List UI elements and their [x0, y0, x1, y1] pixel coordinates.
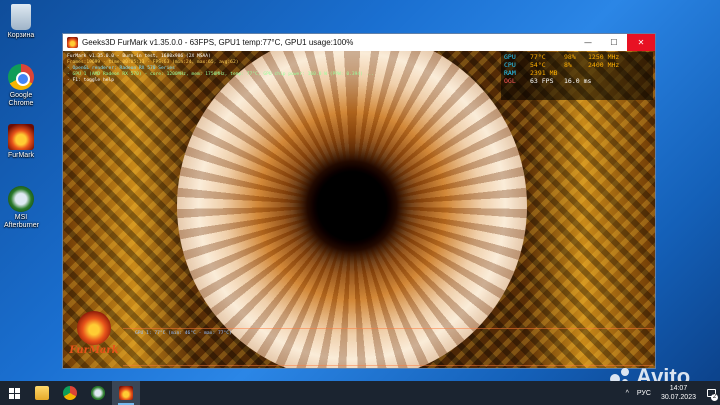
osd-value: 77°C — [530, 53, 546, 61]
clock[interactable]: 14:07 30.07.2023 — [655, 384, 702, 402]
osd-value: 54°C — [530, 61, 546, 69]
furmark-icon — [67, 37, 78, 48]
msi-afterburner-icon — [91, 386, 105, 400]
desktop-icon-recycle-bin[interactable]: Корзина — [4, 4, 38, 40]
osd-value: 1250 MHz — [588, 53, 620, 61]
folder-icon — [35, 386, 49, 400]
fur-texture — [177, 51, 527, 368]
taskbar: ^ РУС 14:07 30.07.2023 2 — [0, 381, 720, 405]
start-button[interactable] — [0, 381, 28, 405]
chrome-icon — [8, 64, 34, 90]
notification-count: 2 — [711, 394, 718, 401]
osd-label: RAM — [504, 69, 516, 77]
furmark-logo: FurMark — [65, 311, 123, 367]
clock-time: 14:07 — [669, 385, 688, 392]
desktop-icon-furmark[interactable]: FurMark — [4, 124, 38, 160]
afterburner-osd: GPU 77°C 98% 1250 MHz CPU 54°C 8% 2400 M… — [501, 52, 653, 100]
notification-center-button[interactable]: 2 — [702, 381, 720, 405]
osd-value: 16.0 ms — [564, 77, 592, 85]
msi-afterburner-icon — [8, 186, 34, 212]
close-button[interactable]: ✕ — [627, 34, 655, 51]
recycle-bin-icon — [11, 4, 31, 30]
osd-row-ogl: OGL 63 FPS 16.0 ms — [504, 77, 650, 85]
osd-value: 63 FPS — [530, 77, 554, 85]
window-title: Geeks3D FurMark v1.35.0.0 - 63FPS, GPU1 … — [82, 38, 354, 47]
system-tray: ^ РУС 14:07 30.07.2023 2 — [622, 381, 720, 405]
window-titlebar[interactable]: Geeks3D FurMark v1.35.0.0 - 63FPS, GPU1 … — [63, 34, 655, 51]
desktop-icon-label: Корзина — [7, 32, 35, 39]
benchmark-hud: FurMark v1.35.0.0 - Burn-in test, 1680x9… — [67, 54, 374, 84]
chrome-icon — [63, 386, 77, 400]
windows-logo-icon — [8, 387, 20, 399]
osd-value: 2391 MB — [530, 69, 558, 77]
temperature-graph: GPU 1: 77°C (min: 46°C - max: 77°C) — [123, 328, 653, 366]
taskbar-app-chrome[interactable] — [56, 381, 84, 405]
furmark-flame-icon — [77, 311, 111, 345]
osd-row-cpu: CPU 54°C 8% 2400 MHz — [504, 61, 650, 69]
language-indicator[interactable]: РУС — [633, 390, 655, 397]
osd-value: 2400 MHz — [588, 61, 620, 69]
osd-value: 98% — [564, 53, 576, 61]
graph-legend: GPU 1: 77°C (min: 46°C - max: 77°C) — [135, 331, 232, 336]
osd-label: GPU — [504, 53, 516, 61]
osd-row-gpu: GPU 77°C 98% 1250 MHz — [504, 53, 650, 61]
furmark-icon — [8, 124, 34, 150]
taskbar-app-msi-afterburner[interactable] — [84, 381, 112, 405]
tray-overflow-chevron[interactable]: ^ — [622, 390, 633, 397]
minimize-button[interactable]: — — [575, 34, 601, 51]
furmark-window[interactable]: Geeks3D FurMark v1.35.0.0 - 63FPS, GPU1 … — [62, 33, 656, 369]
hud-line: - F1: toggle help — [67, 78, 115, 83]
desktop-icon-chrome[interactable]: Google Chrome — [4, 64, 38, 108]
osd-row-ram: RAM 2391 MB — [504, 69, 650, 77]
desktop-icon-label: Google Chrome — [8, 92, 34, 107]
osd-value: 8% — [564, 61, 572, 69]
desktop-icon-label: MSI Afterburner — [4, 214, 40, 229]
maximize-button[interactable]: ☐ — [601, 34, 627, 51]
osd-label: OGL — [504, 77, 516, 85]
osd-label: CPU — [504, 61, 516, 69]
furmark-logo-text: FurMark — [69, 345, 119, 356]
desktop-icon-msi-afterburner[interactable]: MSI Afterburner — [4, 186, 40, 230]
furmark-icon — [119, 386, 133, 400]
desktop-icon-label: FurMark — [7, 152, 35, 159]
taskbar-app-file-explorer[interactable] — [28, 381, 56, 405]
taskbar-app-furmark[interactable] — [112, 381, 140, 405]
clock-date: 30.07.2023 — [660, 394, 696, 401]
render-viewport[interactable]: FurMark v1.35.0.0 - Burn-in test, 1680x9… — [63, 51, 655, 368]
